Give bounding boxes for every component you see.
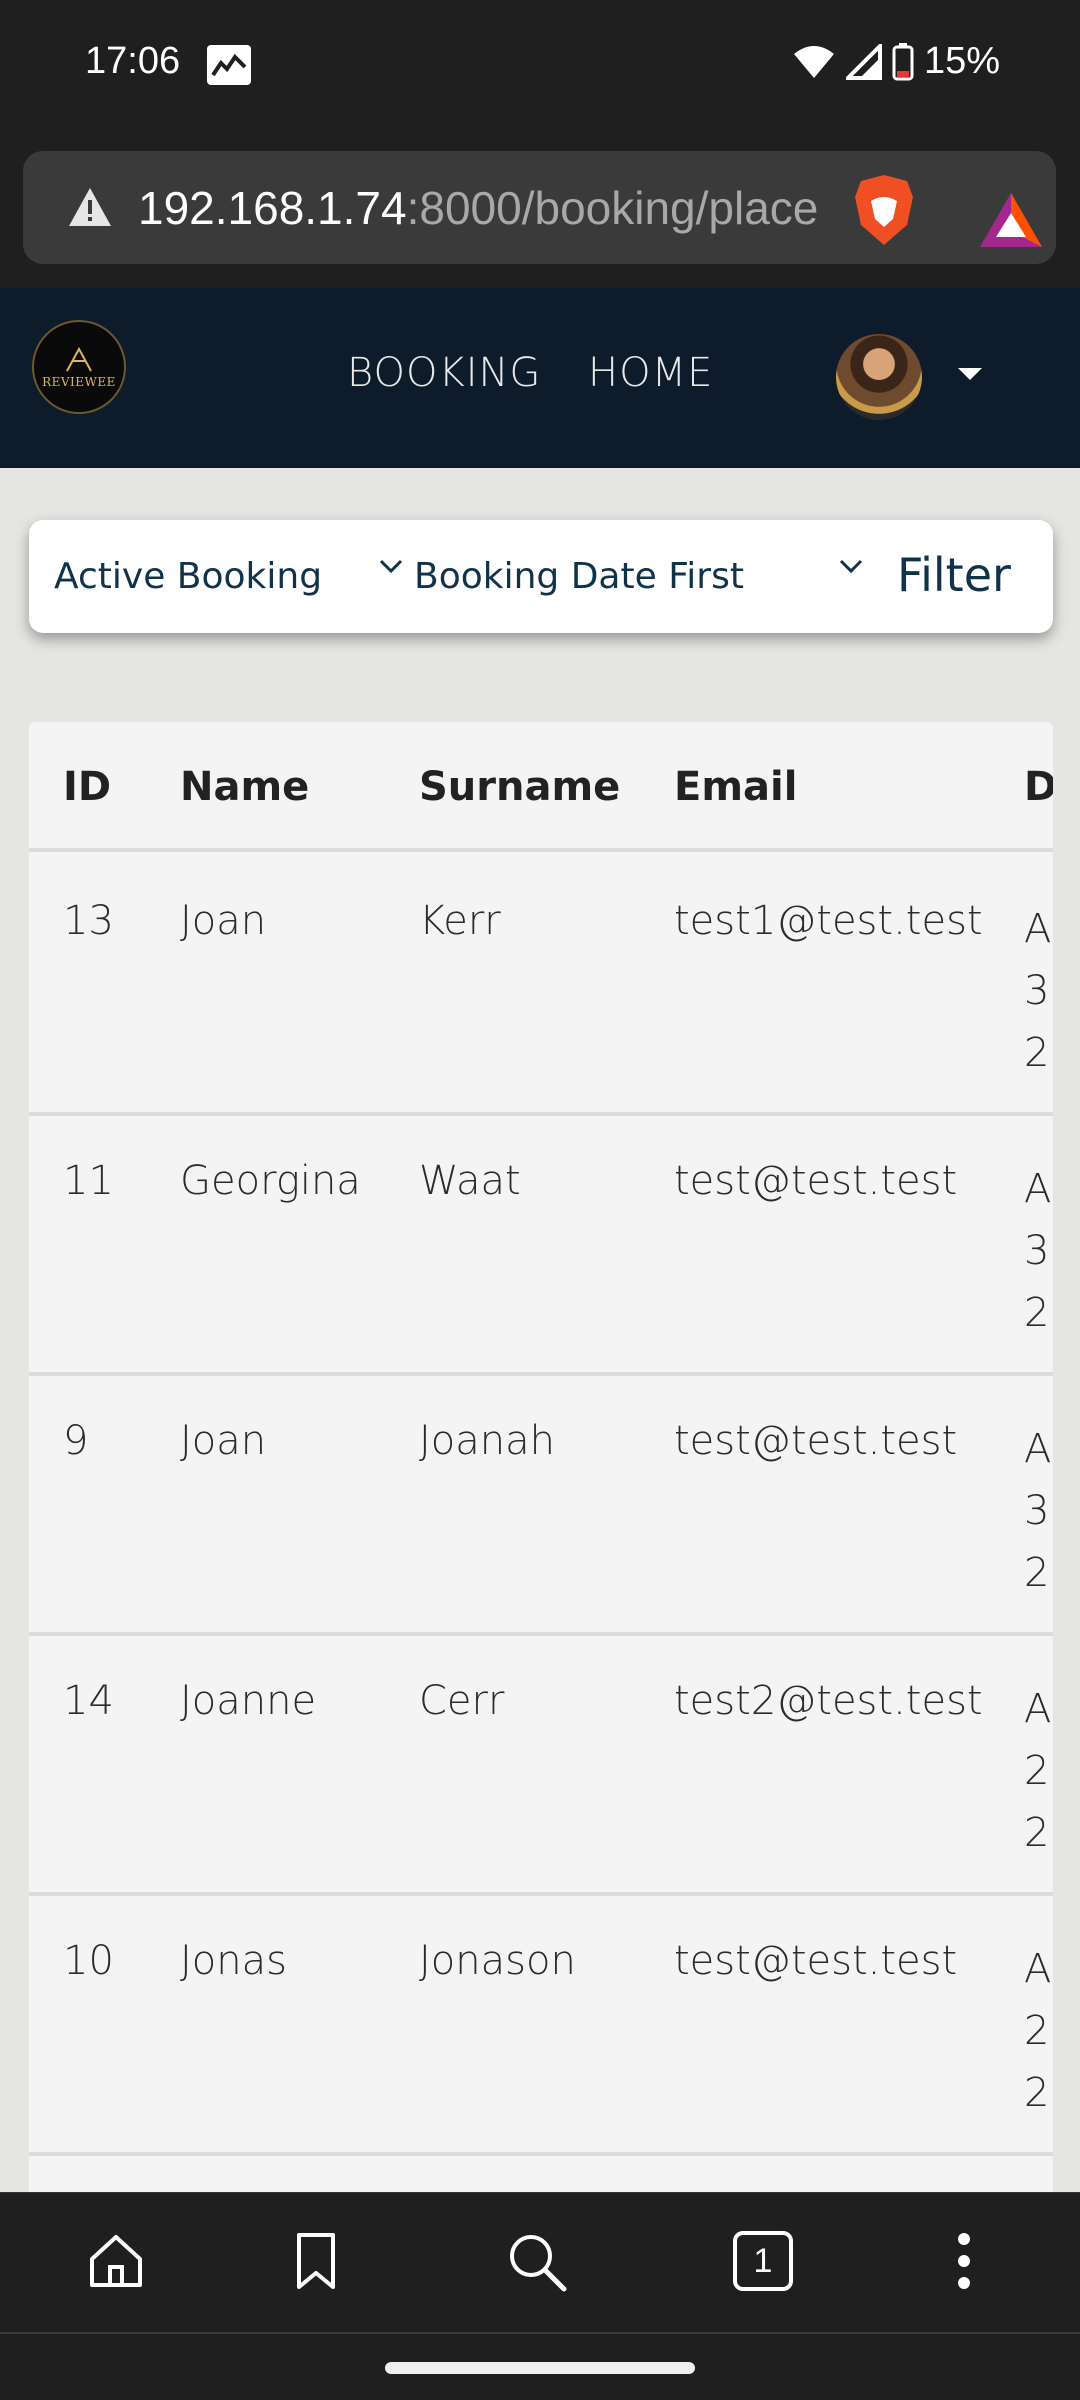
gallery-notification-icon bbox=[207, 45, 251, 85]
status-time: 17:06 bbox=[85, 40, 181, 82]
cell-surname: Cerr bbox=[419, 1678, 505, 1724]
cell-id: 9 bbox=[63, 1418, 89, 1464]
cell-date: Ap 3( 2( bbox=[1024, 1166, 1053, 1336]
cell-email: test@test.test bbox=[674, 1938, 958, 1984]
browser-toolbar: 192.168.1.74:8000/booking/place bbox=[0, 135, 1080, 288]
wifi-icon bbox=[793, 45, 834, 78]
not-secure-warning-icon[interactable] bbox=[67, 186, 113, 228]
cell-date: Ap 2( 2( bbox=[1024, 1946, 1053, 2116]
cell-id: 11 bbox=[63, 1158, 114, 1204]
user-avatar[interactable] bbox=[836, 334, 922, 420]
url-text[interactable]: 192.168.1.74:8000/booking/place bbox=[138, 181, 823, 235]
user-menu-caret-icon[interactable] bbox=[958, 368, 982, 380]
signal-icon bbox=[845, 43, 882, 80]
table-row[interactable]: 13 Joan Kerr test1@test.test Ap 3( 2( bbox=[29, 856, 1053, 1116]
home-gesture-handle[interactable] bbox=[385, 2362, 695, 2374]
sort-order-select[interactable]: Booking Date First bbox=[414, 520, 874, 633]
cell-id: 14 bbox=[63, 1678, 114, 1724]
cell-surname: Joanah bbox=[419, 1418, 555, 1464]
col-header-id: ID bbox=[63, 764, 112, 810]
home-icon[interactable] bbox=[86, 2231, 146, 2291]
battery-percent: 15% bbox=[923, 40, 1000, 82]
cell-id: 13 bbox=[63, 898, 114, 944]
bookmark-icon[interactable] bbox=[291, 2231, 341, 2291]
bookings-table: ID Name Surname Email D 13 Joan Kerr tes… bbox=[29, 722, 1053, 2192]
booking-status-value: Active Booking bbox=[54, 556, 323, 597]
url-path: :8000/booking/place bbox=[406, 182, 819, 234]
filter-button[interactable]: Filter bbox=[897, 548, 1011, 602]
cell-date: Ap 3( 2( bbox=[1024, 906, 1053, 1076]
col-header-email: Email bbox=[674, 764, 798, 810]
col-header-surname: Surname bbox=[419, 764, 621, 810]
nav-booking-link[interactable]: BOOKING bbox=[347, 350, 541, 396]
cell-email: test1@test.test bbox=[674, 898, 983, 944]
main-content: Active Booking Booking Date First Filter… bbox=[0, 468, 1080, 2192]
cell-name: Joanne bbox=[180, 1678, 317, 1724]
logo-emblem-icon bbox=[66, 346, 92, 372]
chevron-down-icon bbox=[839, 559, 863, 574]
sort-order-value: Booking Date First bbox=[414, 556, 744, 597]
cell-name: Jonas bbox=[180, 1938, 287, 1984]
nav-home-link[interactable]: HOME bbox=[588, 350, 713, 396]
cell-name: Joan bbox=[180, 898, 267, 944]
filter-form: Active Booking Booking Date First Filter bbox=[29, 520, 1053, 633]
status-right: 15% bbox=[792, 40, 1000, 83]
site-navbar: REVIEWEE BOOKING HOME bbox=[0, 288, 1080, 468]
cell-surname: Jonason bbox=[419, 1938, 576, 1984]
chevron-down-icon bbox=[379, 559, 403, 574]
cell-surname: Waat bbox=[419, 1158, 521, 1204]
col-header-name: Name bbox=[180, 764, 310, 810]
site-logo[interactable]: REVIEWEE bbox=[32, 320, 126, 414]
address-bar[interactable]: 192.168.1.74:8000/booking/place bbox=[23, 151, 1056, 264]
search-icon[interactable] bbox=[506, 2231, 568, 2293]
cell-id: 10 bbox=[63, 1938, 114, 1984]
cell-name: Joan bbox=[180, 1418, 267, 1464]
table-row[interactable]: 10 Jonas Jonason test@test.test Ap 2( 2( bbox=[29, 1896, 1053, 2156]
cell-email: test2@test.test bbox=[674, 1678, 983, 1724]
browser-bottom-toolbar: 1 bbox=[0, 2192, 1080, 2332]
more-options-icon[interactable] bbox=[956, 2231, 972, 2291]
cell-email: test@test.test bbox=[674, 1158, 958, 1204]
cell-email: test@test.test bbox=[674, 1418, 958, 1464]
status-bar: 17:06 15% bbox=[0, 0, 1080, 135]
tabs-count-button[interactable]: 1 bbox=[733, 2231, 793, 2291]
booking-status-select[interactable]: Active Booking bbox=[54, 520, 404, 633]
brave-rewards-icon[interactable] bbox=[978, 191, 1044, 249]
cell-name: Georgina bbox=[180, 1158, 361, 1204]
table-row[interactable]: 9 Joan Joanah test@test.test Ap 3( 2( bbox=[29, 1376, 1053, 1636]
logo-text: REVIEWEE bbox=[42, 375, 116, 389]
battery-icon bbox=[892, 42, 914, 80]
cell-date: Ap 3( 2( bbox=[1024, 1426, 1053, 1596]
table-row[interactable]: 11 Georgina Waat test@test.test Ap 3( 2( bbox=[29, 1116, 1053, 1376]
table-header: ID Name Surname Email D bbox=[29, 722, 1053, 852]
cell-date: Ap 2( 2( bbox=[1024, 1686, 1053, 1856]
table-row[interactable]: 14 Joanne Cerr test2@test.test Ap 2( 2( bbox=[29, 1636, 1053, 1896]
col-header-date: D bbox=[1024, 764, 1053, 810]
gesture-bar bbox=[0, 2332, 1080, 2400]
brave-shields-icon[interactable] bbox=[851, 173, 917, 247]
url-host: 192.168.1.74 bbox=[138, 182, 407, 234]
cell-surname: Kerr bbox=[419, 898, 501, 944]
